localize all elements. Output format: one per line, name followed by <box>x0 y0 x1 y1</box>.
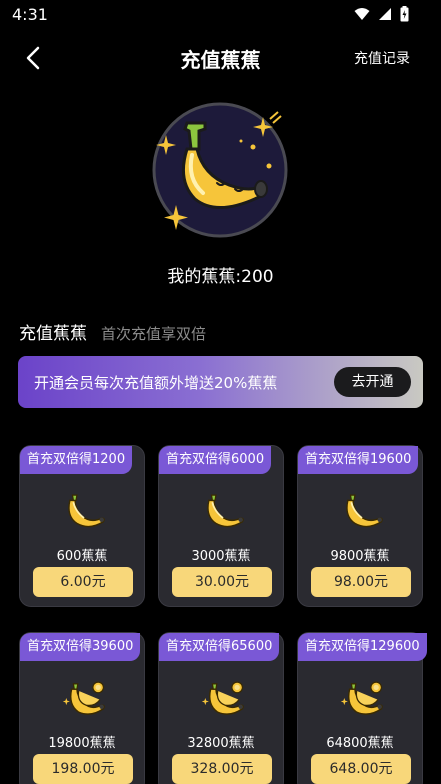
first-recharge-badge: 首充双倍得1200 <box>20 446 133 474</box>
recharge-record-link[interactable]: 充值记录 <box>354 48 410 68</box>
vip-promo-banner[interactable]: 开通会员每次充值额外增送20%蕉蕉 去开通 <box>18 356 423 408</box>
package-price-button[interactable]: 6.00元 <box>33 567 133 597</box>
status-time: 4:31 <box>12 5 48 24</box>
wifi-icon <box>354 8 370 20</box>
section-title: 充值蕉蕉 <box>19 324 87 344</box>
section-subtitle: 首次充值享双倍 <box>101 325 207 343</box>
first-recharge-badge: 首充双倍得19600 <box>298 446 419 474</box>
package-price-button[interactable]: 98.00元 <box>311 567 411 597</box>
package-price-button[interactable]: 198.00元 <box>33 754 133 784</box>
package-price-button[interactable]: 648.00元 <box>311 754 411 784</box>
package-price-button[interactable]: 30.00元 <box>172 567 272 597</box>
first-recharge-badge: 首充双倍得39600 <box>20 633 141 661</box>
signal-icon <box>379 8 391 20</box>
package-amount: 9800蕉蕉 <box>330 549 390 564</box>
package-amount: 19800蕉蕉 <box>48 736 116 751</box>
status-bar: 4:31 <box>0 0 441 30</box>
banana-avatar <box>151 101 289 239</box>
vip-promo-text: 开通会员每次充值额外增送20%蕉蕉 <box>34 374 278 392</box>
nav-bar: 充值蕉蕉 充值记录 <box>0 38 441 78</box>
single-banana-icon <box>61 490 107 532</box>
status-icons <box>354 6 409 22</box>
banana-bunch-icon <box>200 677 246 719</box>
banana-balance: 我的蕉蕉:200 <box>167 267 274 287</box>
package-amount: 3000蕉蕉 <box>191 549 251 564</box>
banana-bunch-icon <box>61 677 107 719</box>
package-amount: 600蕉蕉 <box>56 549 108 564</box>
recharge-package-card[interactable]: 首充双倍得129600 64800蕉蕉 648.00元 <box>297 632 427 784</box>
first-recharge-badge: 首充双倍得6000 <box>159 446 272 474</box>
single-banana-icon <box>339 490 385 532</box>
first-recharge-badge: 首充双倍得65600 <box>159 633 280 661</box>
banana-logo-icon <box>152 102 288 238</box>
recharge-package-card[interactable]: 首充双倍得1200 600蕉蕉 6.00元 <box>19 445 145 607</box>
package-amount: 32800蕉蕉 <box>187 736 255 751</box>
recharge-package-card[interactable]: 首充双倍得65600 32800蕉蕉 328.00元 <box>158 632 284 784</box>
package-amount: 64800蕉蕉 <box>326 736 394 751</box>
recharge-package-card[interactable]: 首充双倍得39600 19800蕉蕉 198.00元 <box>19 632 145 784</box>
single-banana-icon <box>200 490 246 532</box>
battery-icon <box>400 6 409 22</box>
first-recharge-badge: 首充双倍得129600 <box>298 633 427 661</box>
package-price-button[interactable]: 328.00元 <box>172 754 272 784</box>
section-header: 充值蕉蕉 首次充值享双倍 <box>19 319 206 344</box>
recharge-package-card[interactable]: 首充双倍得6000 3000蕉蕉 30.00元 <box>158 445 284 607</box>
banana-bunch-icon <box>339 677 385 719</box>
open-vip-button[interactable]: 去开通 <box>334 367 411 397</box>
recharge-package-card[interactable]: 首充双倍得19600 9800蕉蕉 98.00元 <box>297 445 423 607</box>
